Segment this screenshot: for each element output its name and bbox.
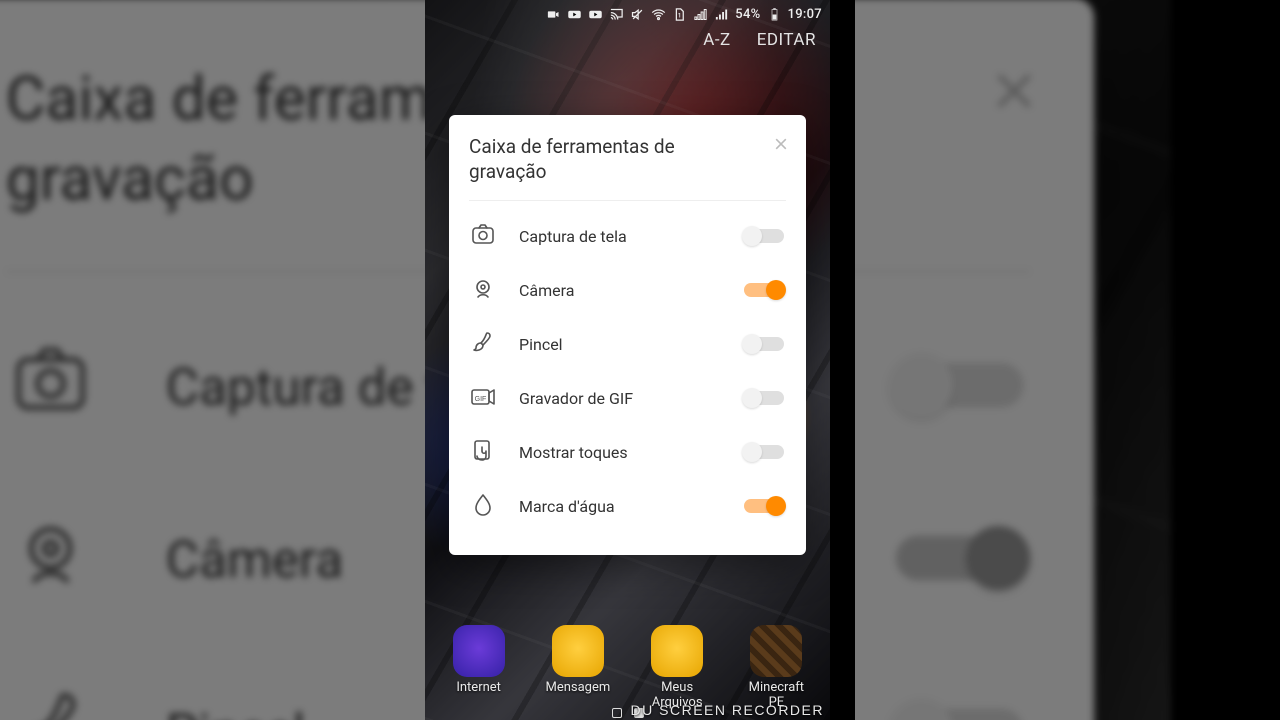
toggle-switch[interactable] bbox=[889, 524, 1030, 594]
app-icon bbox=[552, 625, 604, 677]
wallpaper bbox=[855, 0, 1171, 720]
toggle-switch[interactable] bbox=[742, 279, 786, 301]
youtube-icon bbox=[588, 7, 603, 22]
setting-label: Pincel bbox=[855, 702, 889, 720]
toggle-switch[interactable] bbox=[742, 225, 786, 247]
close-button[interactable] bbox=[770, 133, 792, 155]
svg-text:1: 1 bbox=[678, 11, 682, 19]
watermark-icon bbox=[469, 491, 499, 521]
screenshot-icon bbox=[469, 221, 499, 251]
setting-label: Gravador de GIF bbox=[519, 389, 742, 408]
sort-az[interactable]: A-Z bbox=[703, 30, 730, 50]
camera-icon bbox=[469, 275, 499, 305]
recording-toolkit-dialog: Caixa de ferramentas de gravação Captura… bbox=[449, 115, 806, 555]
screenshot-icon bbox=[6, 338, 102, 434]
app-shortcut[interactable]: Mensagem bbox=[528, 625, 627, 710]
modal-scrim[interactable] bbox=[0, 0, 425, 720]
battery-icon bbox=[767, 7, 782, 22]
app-label: Internet bbox=[456, 681, 501, 695]
setting-label: Marca d'água bbox=[519, 497, 742, 516]
toggle-switch[interactable] bbox=[742, 441, 786, 463]
close-button[interactable] bbox=[979, 56, 1049, 126]
edit-button[interactable]: EDITAR bbox=[757, 30, 816, 50]
app-icon bbox=[651, 625, 703, 677]
toggle-switch[interactable] bbox=[889, 697, 1030, 720]
mute-icon bbox=[630, 7, 645, 22]
setting-row: Câmera bbox=[469, 263, 786, 317]
setting-label: Câmera bbox=[855, 529, 889, 590]
brush-icon bbox=[469, 329, 499, 359]
setting-row: Captura de tela bbox=[469, 209, 786, 263]
videocam-icon bbox=[546, 7, 561, 22]
setting-label: Câmera bbox=[519, 281, 742, 300]
gif-icon bbox=[469, 383, 499, 413]
blurred-side-right: 1 54% 19:07 A-Z EDITAR Caixa de ferram bbox=[855, 0, 1280, 720]
blurred-side-left: 1 54% 19:07 A-Z EDITAR Caixa de ferram bbox=[0, 0, 425, 720]
toggle-switch[interactable] bbox=[742, 333, 786, 355]
app-shortcut[interactable]: MeusArquivos bbox=[628, 625, 727, 710]
status-bar: 1 54% 19:07 bbox=[425, 0, 830, 26]
recorder-watermark: DU SCREEN RECORDER bbox=[631, 702, 824, 718]
youtube-icon bbox=[567, 7, 582, 22]
app-dock: Internet Mensagem MeusArquivosMinecraftPE bbox=[425, 625, 830, 710]
toggle-switch[interactable] bbox=[742, 387, 786, 409]
sim-icon: 1 bbox=[672, 7, 687, 22]
toggle-switch[interactable] bbox=[889, 351, 1030, 421]
setting-label: Câmera bbox=[166, 529, 425, 590]
dialog-title: Caixa de ferramentas de gravação bbox=[6, 62, 425, 220]
setting-row: Pincel bbox=[6, 646, 425, 720]
app-shortcut[interactable]: Internet bbox=[429, 625, 528, 710]
setting-row: Mostrar toques bbox=[469, 425, 786, 479]
touches-icon bbox=[469, 437, 499, 467]
wallpaper bbox=[0, 0, 425, 720]
app-shortcut[interactable]: MinecraftPE bbox=[727, 625, 826, 710]
setting-label: Mostrar toques bbox=[519, 443, 742, 462]
cast-icon bbox=[609, 7, 624, 22]
modal-scrim[interactable] bbox=[855, 0, 1171, 720]
signal-icon bbox=[693, 7, 708, 22]
clock: 19:07 bbox=[788, 7, 822, 22]
brush-icon bbox=[6, 684, 102, 720]
setting-label: Pincel bbox=[166, 702, 425, 720]
setting-row: Câmera bbox=[855, 473, 1030, 646]
setting-row: Marca d'água bbox=[469, 479, 786, 533]
setting-label: Captura de tela bbox=[519, 227, 742, 246]
setting-label: Pincel bbox=[519, 335, 742, 354]
recording-toolkit-dialog: Caixa de ferramentas de gravação Captura… bbox=[0, 0, 425, 720]
wifi-icon bbox=[651, 7, 666, 22]
setting-label: Captura de tela bbox=[855, 356, 889, 417]
setting-label: Captura de tela bbox=[166, 356, 425, 417]
signal-icon bbox=[714, 7, 729, 22]
setting-row: Captura de tela bbox=[6, 300, 425, 473]
app-icon bbox=[453, 625, 505, 677]
setting-row: Câmera bbox=[6, 473, 425, 646]
app-icon bbox=[750, 625, 802, 677]
app-label: Mensagem bbox=[545, 681, 610, 695]
toggle-switch[interactable] bbox=[742, 495, 786, 517]
dialog-title: Caixa de ferramentas de gravação bbox=[855, 62, 921, 220]
recording-toolkit-dialog: Caixa de ferramentas de gravação Captura… bbox=[855, 0, 1094, 720]
setting-row: Captura de tela bbox=[855, 300, 1030, 473]
camera-icon bbox=[6, 511, 102, 607]
app-label: Minecraft bbox=[749, 681, 804, 695]
setting-row: Gravador de GIF bbox=[469, 371, 786, 425]
dialog-title: Caixa de ferramentas de gravação bbox=[469, 135, 752, 184]
battery-percent: 54% bbox=[735, 7, 760, 22]
setting-row: Pincel bbox=[469, 317, 786, 371]
setting-row: Pincel bbox=[855, 646, 1030, 720]
app-label: Meus bbox=[661, 681, 693, 695]
